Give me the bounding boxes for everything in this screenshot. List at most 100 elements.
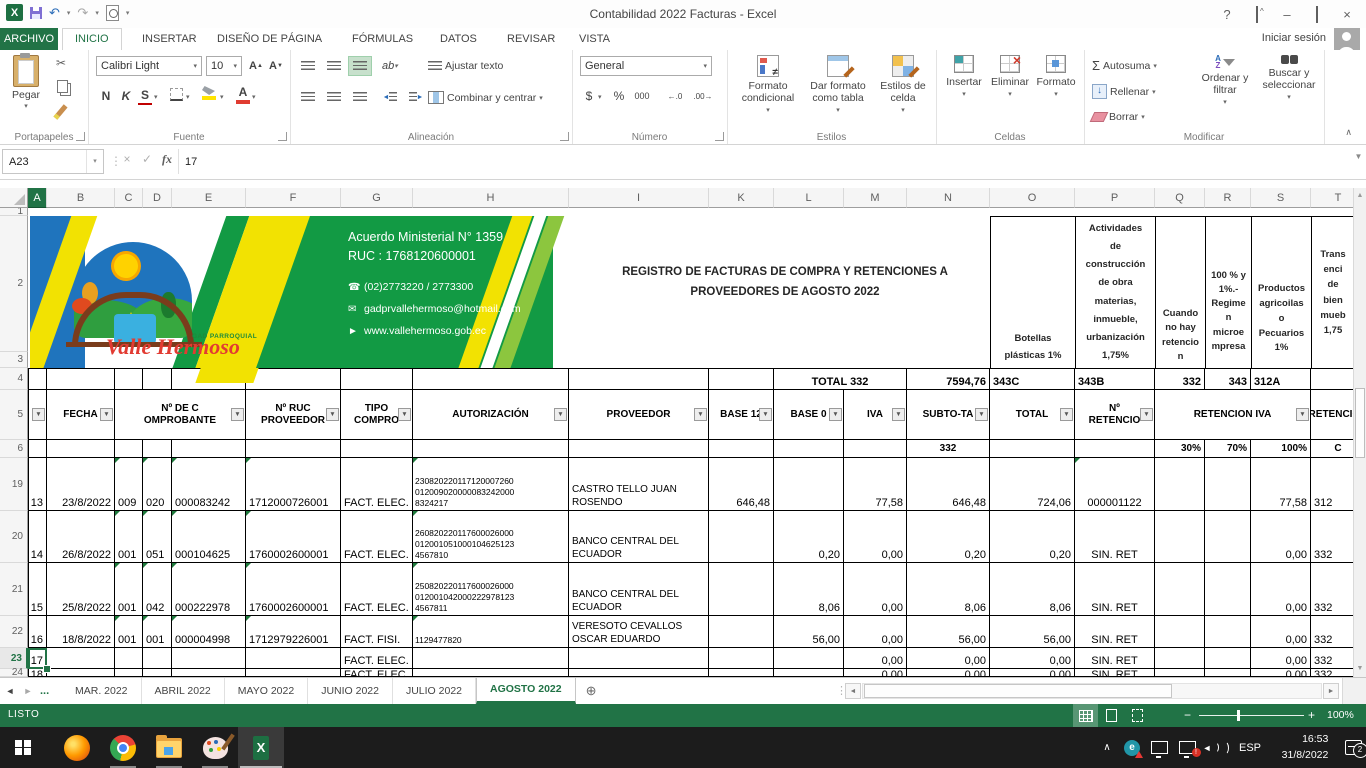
- restore-button[interactable]: [1302, 7, 1332, 22]
- cell-n5[interactable]: SUBTO-TA▼: [907, 390, 990, 440]
- clipboard-dialog-launcher[interactable]: [76, 132, 85, 141]
- decrease-decimal-button[interactable]: .00→: [690, 86, 716, 106]
- view-page-layout-button[interactable]: [1099, 704, 1124, 727]
- filter-button[interactable]: ▼: [975, 408, 988, 421]
- insert-function-icon[interactable]: fx: [158, 152, 176, 167]
- cell-e22[interactable]: 000004998: [172, 616, 246, 648]
- cell-p5[interactable]: Nº RETENCIO▼: [1075, 390, 1155, 440]
- cell-retencion-construccion[interactable]: Actividades de construcción de obra mate…: [1075, 216, 1156, 369]
- tab-vista[interactable]: VISTA: [567, 28, 622, 50]
- row-header-22[interactable]: 22: [0, 616, 28, 648]
- cell-m23[interactable]: 0,00: [844, 648, 907, 669]
- cell-retencion-agricolas[interactable]: Productos agricoilas o Pecuarios 1%: [1251, 216, 1312, 369]
- borders-button[interactable]: [170, 88, 183, 101]
- cell-k24[interactable]: [709, 669, 774, 677]
- cell-d21[interactable]: 042: [143, 563, 172, 616]
- cell-f19[interactable]: 1712000726001: [246, 458, 341, 511]
- taskbar-excel-button[interactable]: X: [238, 727, 284, 768]
- tray-eset-icon[interactable]: e: [1120, 727, 1144, 768]
- cell-l22[interactable]: 56,00: [774, 616, 844, 648]
- cell-k5[interactable]: BASE 12▼: [709, 390, 774, 440]
- cell-i4[interactable]: [569, 368, 709, 390]
- cell-o22[interactable]: 56,00: [990, 616, 1075, 648]
- cell-i24[interactable]: [569, 669, 709, 677]
- column-header-A[interactable]: A: [28, 188, 47, 208]
- tab-archivo[interactable]: ARCHIVO: [0, 28, 58, 50]
- cell-b4[interactable]: [47, 368, 115, 390]
- cell-h6[interactable]: [413, 440, 569, 458]
- cell-o5[interactable]: TOTAL▼: [990, 390, 1075, 440]
- cell-i22[interactable]: VERESOTO CEVALLOS OSCAR EDUARDO: [569, 616, 709, 648]
- cell-g4[interactable]: [341, 368, 413, 390]
- cell-s21[interactable]: 0,00: [1251, 563, 1311, 616]
- shrink-font-button[interactable]: A▼: [266, 56, 286, 76]
- new-sheet-button[interactable]: ⊕: [576, 678, 607, 704]
- cell-t24[interactable]: 332: [1311, 669, 1353, 677]
- grow-font-button[interactable]: A▲: [246, 56, 266, 76]
- cell-c24[interactable]: [115, 669, 143, 677]
- cell-r21[interactable]: [1205, 563, 1251, 616]
- collapse-ribbon-icon[interactable]: ∧: [1345, 127, 1352, 138]
- cell-p24[interactable]: SIN. RET: [1075, 669, 1155, 677]
- format-painter-button[interactable]: [53, 104, 67, 119]
- cell-o21[interactable]: 8,06: [990, 563, 1075, 616]
- cell-d19[interactable]: 020: [143, 458, 172, 511]
- cell-retencion-transferencia[interactable]: Trans enci de bien mueb 1,75: [1311, 216, 1353, 369]
- cell-r4[interactable]: 343: [1205, 368, 1251, 390]
- sheet-tab-agosto-2022[interactable]: AGOSTO 2022: [476, 678, 576, 704]
- merge-center-button[interactable]: Combinar y centrar ▾: [428, 91, 543, 104]
- cell-g20[interactable]: FACT. ELEC.: [341, 511, 413, 563]
- tray-notifications-icon[interactable]: 2: [1340, 727, 1366, 768]
- cell-m22[interactable]: 0,00: [844, 616, 907, 648]
- cell-t5[interactable]: RETENCION: [1311, 390, 1353, 440]
- zoom-slider-thumb[interactable]: [1237, 710, 1240, 721]
- cell-k21[interactable]: [709, 563, 774, 616]
- cell-f21[interactable]: 1760002600001: [246, 563, 341, 616]
- align-center-button[interactable]: [322, 87, 346, 107]
- cell-p22[interactable]: SIN. RET: [1075, 616, 1155, 648]
- row-header-21[interactable]: 21: [0, 563, 28, 616]
- underline-caret-icon[interactable]: ▾: [154, 93, 158, 101]
- cell-q4[interactable]: 332: [1155, 368, 1205, 390]
- cell-o4[interactable]: 343C: [990, 368, 1075, 390]
- column-header-O[interactable]: O: [990, 188, 1075, 208]
- font-color-button[interactable]: A: [236, 85, 250, 104]
- column-header-P[interactable]: P: [1075, 188, 1155, 208]
- align-right-button[interactable]: [348, 87, 372, 107]
- tab-revisar[interactable]: REVISAR: [495, 28, 567, 50]
- worksheet-grid[interactable]: Acuerdo Ministerial N° 1359 RUC : 176812…: [0, 208, 1353, 677]
- cell-a19[interactable]: 13: [28, 458, 47, 511]
- horizontal-scroll-thumb[interactable]: [864, 684, 1172, 698]
- cell-f6[interactable]: [246, 440, 341, 458]
- cell-s19[interactable]: 77,58: [1251, 458, 1311, 511]
- cell-s22[interactable]: 0,00: [1251, 616, 1311, 648]
- orientation-button[interactable]: ab▾: [382, 56, 398, 76]
- tray-volume-icon[interactable]: ◄: [1202, 727, 1230, 768]
- cell-o6[interactable]: [990, 440, 1075, 458]
- row-header-5[interactable]: 5: [0, 390, 28, 440]
- cell-q20[interactable]: [1155, 511, 1205, 563]
- column-header-H[interactable]: H: [413, 188, 569, 208]
- filter-button[interactable]: ▼: [100, 408, 113, 421]
- tray-network-icon[interactable]: [1146, 727, 1172, 768]
- cell-c4[interactable]: [115, 368, 143, 390]
- currency-button[interactable]: $: [580, 86, 598, 106]
- cell-a6[interactable]: [28, 440, 47, 458]
- row-header-3[interactable]: 3: [0, 352, 28, 368]
- cell-t4[interactable]: 3: [1311, 368, 1353, 390]
- cell-b24[interactable]: [47, 669, 115, 677]
- cell-a4[interactable]: [28, 368, 47, 390]
- cell-e20[interactable]: 000104625: [172, 511, 246, 563]
- fill-color-button[interactable]: [202, 86, 216, 100]
- cell-t23[interactable]: 332: [1311, 648, 1353, 669]
- cell-b22[interactable]: 18/8/2022: [47, 616, 115, 648]
- taskbar-firefox-button[interactable]: [54, 727, 100, 768]
- cell-r20[interactable]: [1205, 511, 1251, 563]
- cell-e24[interactable]: [172, 669, 246, 677]
- cell-m24[interactable]: 0,00: [844, 669, 907, 677]
- sheet-tab-mayo-2022[interactable]: MAYO 2022: [225, 678, 308, 704]
- sheet-nav-right-icon[interactable]: ►: [20, 678, 36, 704]
- enter-icon[interactable]: ✓: [138, 152, 156, 166]
- cell-n21[interactable]: 8,06: [907, 563, 990, 616]
- fill-handle[interactable]: [43, 665, 51, 673]
